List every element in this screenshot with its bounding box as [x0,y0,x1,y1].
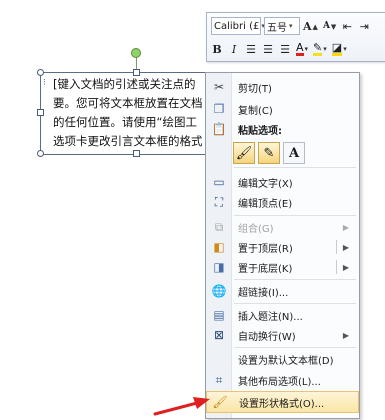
annotation-arrow [153,397,210,416]
